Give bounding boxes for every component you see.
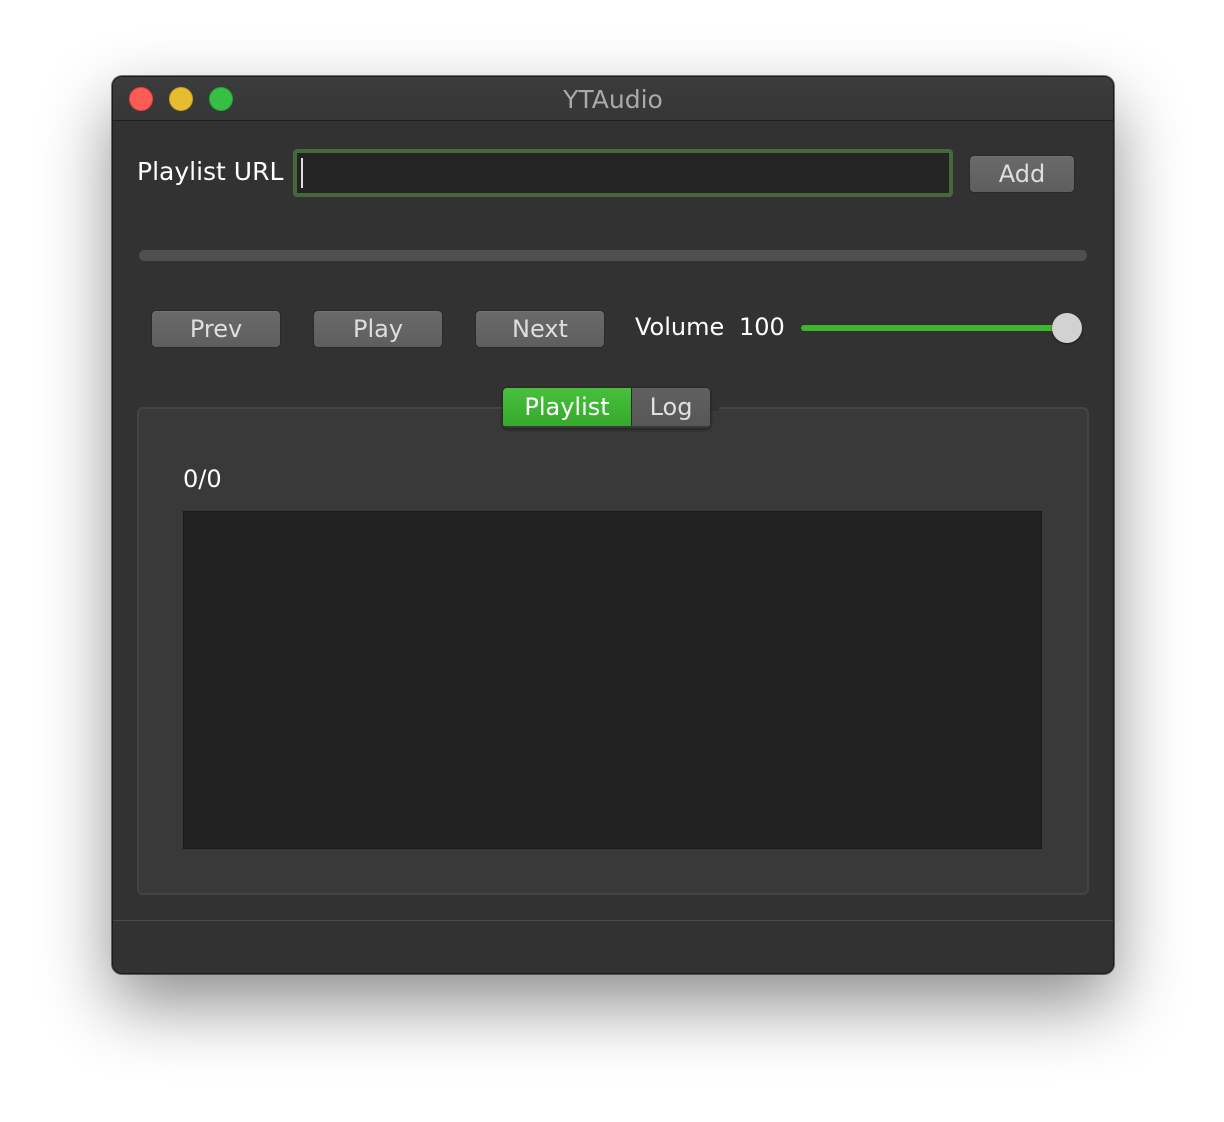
playback-progress-bar[interactable] [139,250,1087,261]
playlist-counter: 0/0 [183,465,222,493]
volume-slider-fill [801,325,1067,331]
playlist-url-label: Playlist URL [137,157,284,186]
volume-slider-thumb[interactable] [1052,313,1082,343]
text-caret [301,158,303,188]
volume-label: Volume [635,313,725,341]
next-button[interactable]: Next [475,310,605,348]
prev-button[interactable]: Prev [151,310,281,348]
title-bar[interactable]: YTAudio [113,77,1113,121]
playlist-url-input[interactable] [293,149,953,197]
volume-value: 100 [739,313,785,341]
tab-bar: Playlist Log [502,387,711,429]
playlist-list[interactable] [183,511,1042,849]
app-window: YTAudio Playlist URL Add Prev Play Next … [112,76,1114,974]
play-button[interactable]: Play [313,310,443,348]
status-bar [113,921,1113,973]
tab-log[interactable]: Log [631,388,710,426]
tab-playlist[interactable]: Playlist [503,388,631,426]
add-button[interactable]: Add [969,155,1075,193]
window-title: YTAudio [563,85,663,114]
